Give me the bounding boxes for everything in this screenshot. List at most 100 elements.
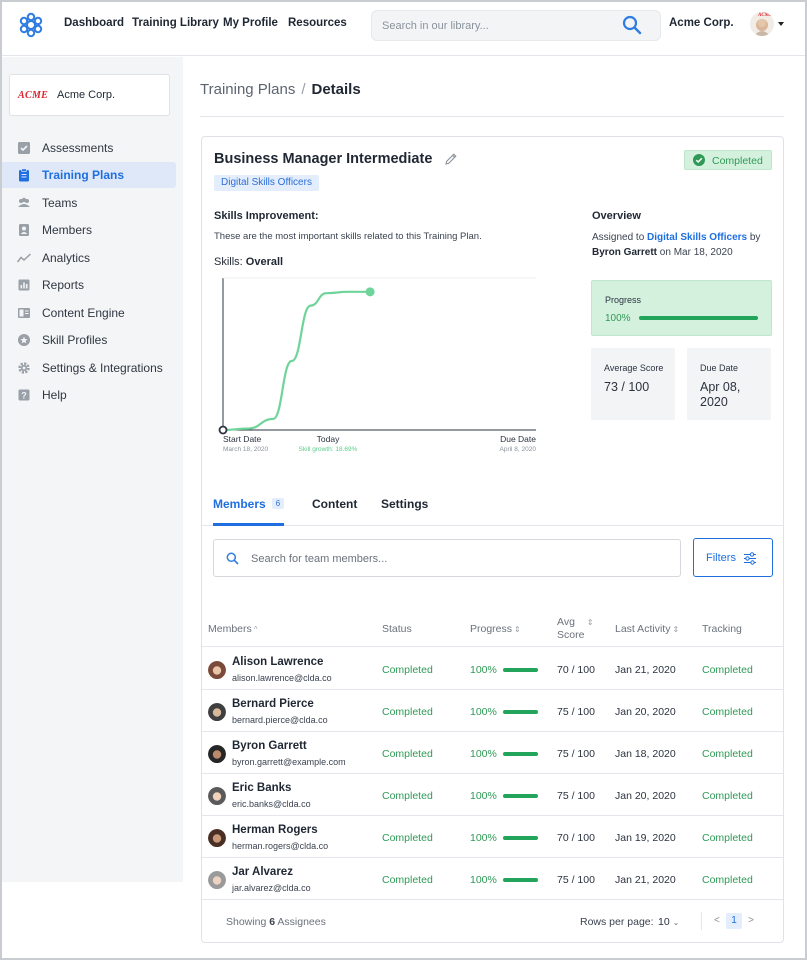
sidebar-item-reports[interactable]: Reports (2, 272, 176, 298)
progress-bar (639, 316, 758, 320)
chart-start-point (218, 425, 228, 435)
member-email: alison.lawrence@clda.co (232, 673, 332, 683)
breadcrumb-separator: / (301, 81, 306, 98)
member-search-input[interactable] (251, 550, 651, 568)
org-card[interactable]: ACME Acme Corp. (9, 74, 170, 116)
analytics-icon (17, 253, 31, 263)
sidebar-item-skill-profiles[interactable]: Skill Profiles (2, 327, 176, 353)
help-icon: ? (18, 389, 30, 401)
sidebar-item-settings-integrations[interactable]: Settings & Integrations (2, 355, 176, 381)
header-avg-score-line1: Avg (557, 616, 575, 628)
chart-series-group (218, 287, 375, 435)
breadcrumb-parent[interactable]: Training Plans (200, 81, 295, 98)
page-title: Business Manager Intermediate (214, 151, 433, 167)
skills-heading: Skills Improvement: (214, 210, 319, 222)
sidebar-item-help[interactable]: ? Help (2, 382, 176, 408)
member-name[interactable]: Alison Lawrence (232, 656, 323, 668)
sidebar-item-training-plans[interactable]: Training Plans (2, 162, 176, 188)
member-progress-value: 100% (470, 706, 497, 718)
sort-icon: ⇕ (514, 625, 521, 634)
table-row: Alison Lawrence alison.lawrence@clda.co Co… (202, 648, 783, 690)
sidebar-item-label: Members (42, 223, 93, 237)
org-name: Acme Corp. (669, 17, 734, 29)
library-search-input[interactable] (382, 17, 612, 35)
user-menu-chevron-down-icon[interactable] (778, 22, 784, 26)
progress-bar-fill (639, 316, 758, 320)
app-logo-icon[interactable] (18, 12, 44, 38)
header-tracking: Tracking (702, 623, 742, 635)
sliders-icon (744, 552, 756, 565)
member-status: Completed (382, 790, 433, 802)
page-button-current[interactable]: 1 (726, 913, 742, 929)
sidebar-item-analytics[interactable]: Analytics (2, 245, 176, 271)
tab-settings[interactable]: Settings (381, 497, 428, 526)
member-name[interactable]: Herman Rogers (232, 824, 318, 836)
skills-label-value: Overall (245, 256, 284, 268)
member-email: eric.banks@clda.co (232, 799, 311, 809)
team-tag[interactable]: Digital Skills Officers (214, 175, 319, 191)
filters-button[interactable]: Filters (693, 538, 773, 577)
chevron-down-icon: ⌄ (672, 918, 680, 927)
member-status: Completed (382, 706, 433, 718)
table-header: Members ^ Status Progress ⇕ Avg ⇕ Score Last… (202, 609, 783, 647)
sidebar-item-teams[interactable]: Teams (2, 190, 176, 216)
member-avatar (208, 829, 226, 847)
nav-resources[interactable]: Resources (288, 17, 347, 29)
sidebar-item-members[interactable]: Members (2, 217, 176, 243)
search-icon[interactable] (621, 14, 643, 36)
header-last-activity[interactable]: Last Activity ⇕ (615, 623, 679, 635)
header-members[interactable]: Members ^ (208, 623, 258, 635)
showing-prefix: Showing (226, 916, 267, 928)
tab-content[interactable]: Content (312, 497, 357, 526)
member-progress-value: 100% (470, 832, 497, 844)
showing-assignees: Showing 6 Assignees (226, 916, 326, 928)
sidebar-item-label: Help (42, 388, 67, 402)
member-search (213, 539, 681, 577)
member-status: Completed (382, 664, 433, 676)
rows-per-page-select[interactable]: 10 ⌄ (658, 916, 679, 928)
showing-suffix: Assignees (277, 916, 326, 928)
header-avg-score[interactable]: Avg ⇕ Score (557, 616, 594, 642)
header-members-label: Members (208, 623, 252, 635)
member-avatar (208, 661, 226, 679)
member-tracking: Completed (702, 664, 753, 676)
breadcrumb: Training Plans / Details (200, 81, 361, 98)
member-progress-value: 100% (470, 748, 497, 760)
member-name[interactable]: Eric Banks (232, 782, 291, 794)
nav-training-library[interactable]: Training Library (132, 17, 219, 29)
member-tracking: Completed (702, 706, 753, 718)
sidebar-item-label: Content Engine (42, 306, 125, 320)
member-name[interactable]: Bernard Pierce (232, 698, 314, 710)
member-name[interactable]: Jar Alvarez (232, 866, 293, 878)
tab-members[interactable]: Members 6 (213, 497, 285, 526)
assigned-team-link[interactable]: Digital Skills Officers (647, 232, 747, 243)
team-icon (18, 197, 30, 207)
member-name[interactable]: Byron Garrett (232, 740, 307, 752)
nav-my-profile[interactable]: My Profile (223, 17, 278, 29)
nav-dashboard[interactable]: Dashboard (64, 17, 124, 29)
member-status: Completed (382, 874, 433, 886)
member-avg-score: 70 / 100 (557, 664, 595, 676)
checkbox-icon (18, 142, 30, 154)
prev-page-chevron-left-icon[interactable]: < (714, 915, 720, 926)
member-avatar (208, 787, 226, 805)
sidebar: ACME Acme Corp. Assessments Training Pla… (2, 57, 183, 882)
breadcrumb-current: Details (311, 81, 361, 98)
skills-description: These are the most important skills rela… (214, 231, 482, 242)
skill-profile-icon (18, 334, 30, 346)
sidebar-item-assessments[interactable]: Assessments (2, 135, 176, 161)
table-row: Eric Banks eric.banks@clda.co Completed 100… (202, 774, 783, 816)
user-avatar[interactable]: ACME (750, 12, 774, 36)
sidebar-item-content-engine[interactable]: Content Engine (2, 300, 176, 326)
search-icon (226, 552, 239, 565)
sidebar-item-label: Settings & Integrations (42, 361, 163, 375)
header-progress[interactable]: Progress ⇕ (470, 623, 521, 635)
table-row: Jar Alvarez jar.alvarez@clda.co Completed 1… (202, 858, 783, 900)
member-avg-score: 75 / 100 (557, 748, 595, 760)
x-marker-start-sublabel: March 18, 2020 (223, 446, 269, 453)
pencil-edit-icon[interactable] (444, 152, 458, 166)
assigned-by-name: Byron Garrett (592, 247, 658, 258)
member-email: bernard.pierce@clda.co (232, 715, 328, 725)
member-progress-bar (503, 752, 538, 756)
next-page-chevron-right-icon[interactable]: > (748, 915, 754, 926)
